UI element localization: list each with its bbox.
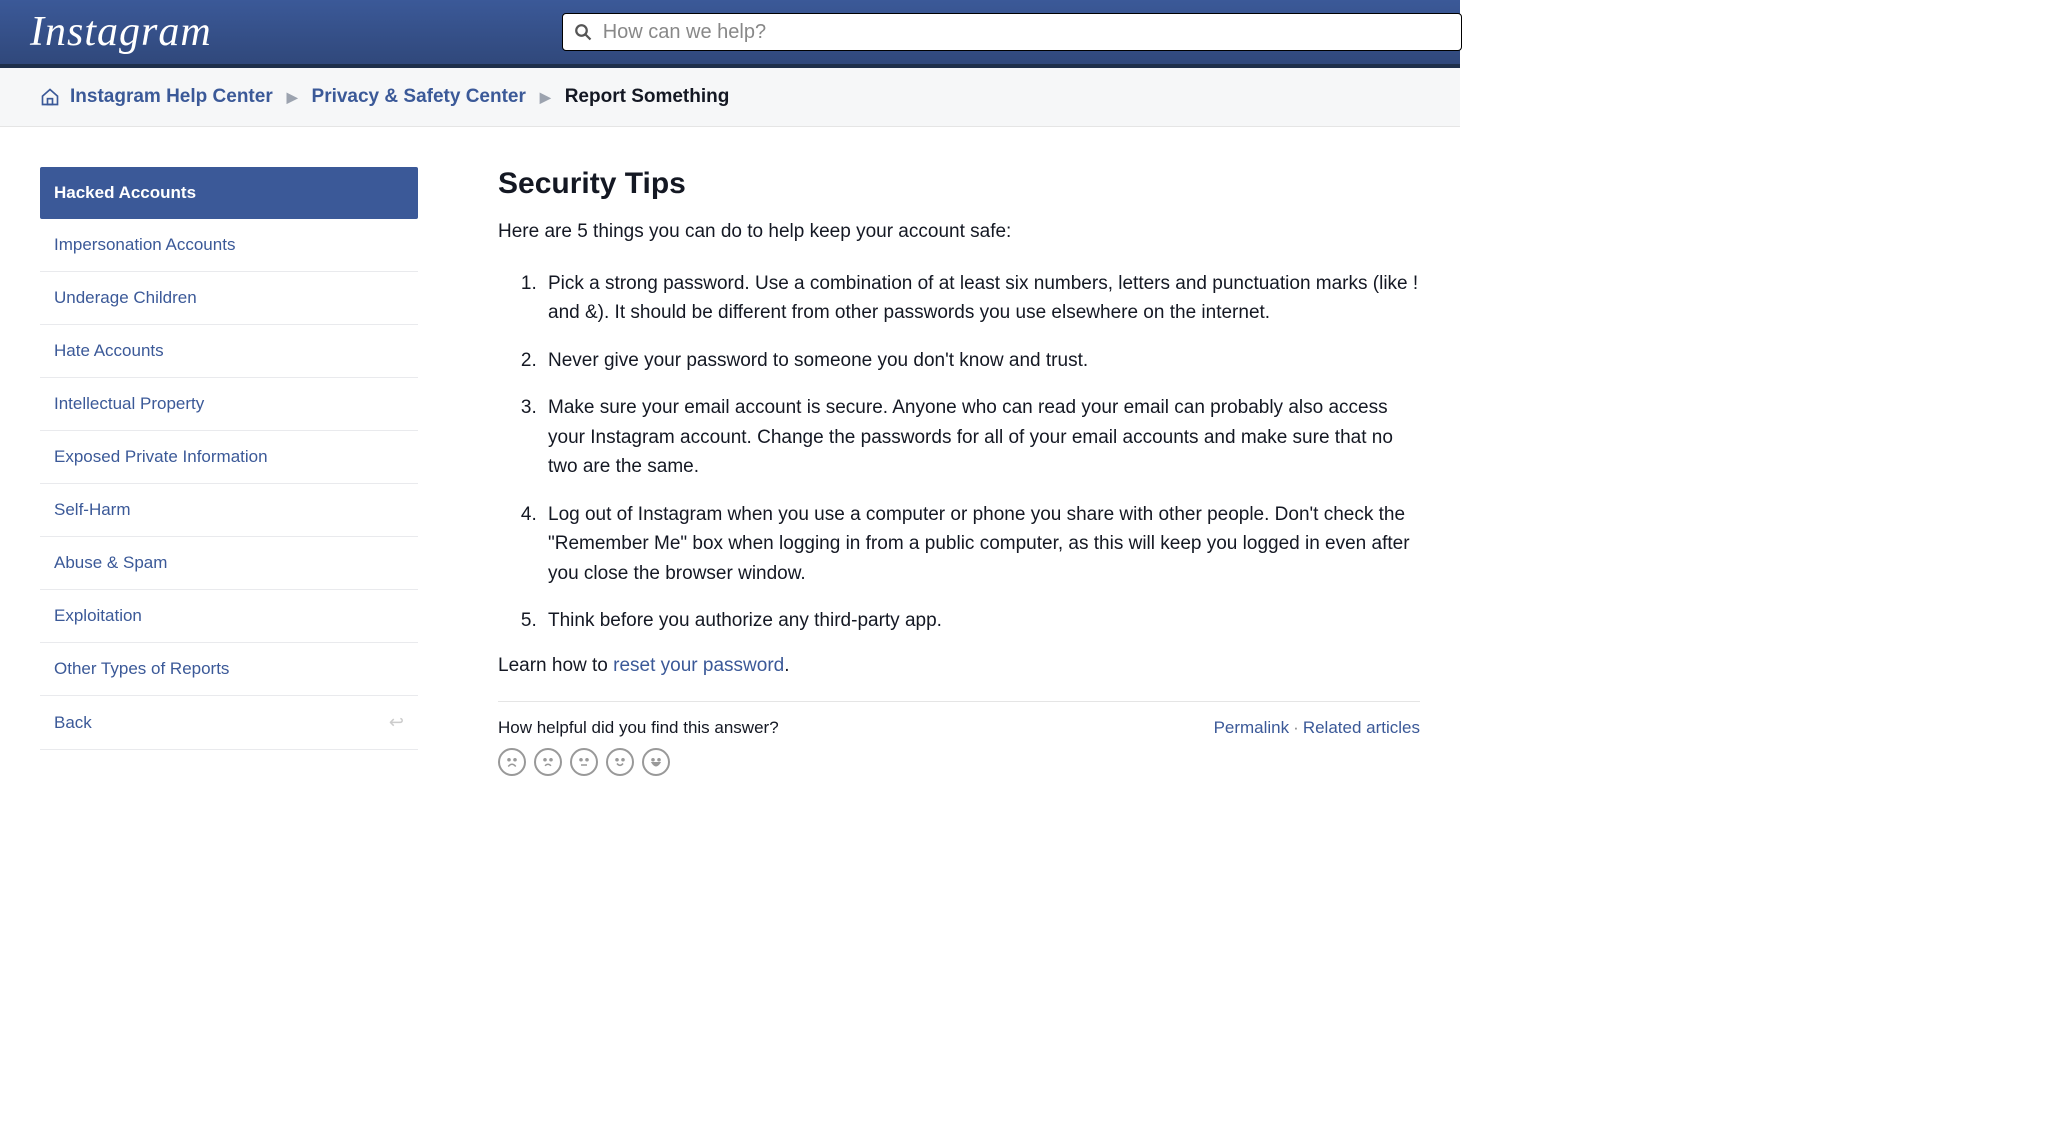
search-wrap [562,13,1462,51]
breadcrumb-current: Report Something [565,86,730,108]
sidebar-item-label: Self-Harm [54,500,131,520]
breadcrumb-link-home[interactable]: Instagram Help Center [70,86,273,108]
breadcrumb: Instagram Help Center ▶ Privacy & Safety… [0,68,1460,127]
sidebar-item-label: Hacked Accounts [54,183,196,203]
sidebar-item-hacked-accounts[interactable]: Hacked Accounts [40,167,418,219]
chevron-right-icon: ▶ [540,89,551,106]
learn-prefix: Learn how to [498,655,613,676]
face-very-happy-icon[interactable] [642,748,670,776]
tips-list: Pick a strong password. Use a combinatio… [498,269,1420,635]
reset-password-link[interactable]: reset your password [613,655,784,676]
face-sad-icon[interactable] [534,748,562,776]
face-very-sad-icon[interactable] [498,748,526,776]
sidebar: Hacked Accounts Impersonation Accounts U… [40,167,418,776]
permalink-link[interactable]: Permalink [1214,718,1290,737]
rating-faces [498,748,779,776]
face-neutral-icon[interactable] [570,748,598,776]
article-footer: How helpful did you find this answer? Pe… [498,718,1420,776]
content-wrap: Hacked Accounts Impersonation Accounts U… [0,127,1460,816]
learn-suffix: . [784,655,789,676]
sidebar-item-exposed-info[interactable]: Exposed Private Information [40,431,418,484]
sidebar-list: Hacked Accounts Impersonation Accounts U… [40,167,418,750]
sidebar-item-label: Abuse & Spam [54,553,167,573]
page-title: Security Tips [498,167,1420,201]
breadcrumb-link-privacy[interactable]: Privacy & Safety Center [312,86,526,108]
sidebar-item-label: Impersonation Accounts [54,235,235,255]
search-box [562,13,1462,51]
feedback-block: How helpful did you find this answer? [498,718,779,776]
related-articles-link[interactable]: Related articles [1303,718,1420,737]
sidebar-item-label: Back [54,713,92,733]
divider [498,701,1420,702]
sidebar-item-self-harm[interactable]: Self-Harm [40,484,418,537]
footer-links: Permalink·Related articles [1214,718,1420,738]
back-arrow-icon: ↩ [389,712,404,733]
brand-logo[interactable]: Instagram [30,8,212,56]
dot-separator: · [1293,718,1299,737]
top-bar: Instagram [0,0,1460,68]
sidebar-item-label: Exploitation [54,606,142,626]
learn-line: Learn how to reset your password. [498,655,1420,677]
sidebar-item-label: Other Types of Reports [54,659,229,679]
tip-item: Log out of Instagram when you use a comp… [542,500,1420,588]
tip-item: Make sure your email account is secure. … [542,393,1420,481]
tip-item: Think before you authorize any third-par… [542,606,1420,635]
sidebar-item-hate-accounts[interactable]: Hate Accounts [40,325,418,378]
sidebar-item-label: Exposed Private Information [54,447,268,467]
sidebar-item-label: Intellectual Property [54,394,204,414]
sidebar-item-impersonation[interactable]: Impersonation Accounts [40,219,418,272]
sidebar-item-other-reports[interactable]: Other Types of Reports [40,643,418,696]
face-happy-icon[interactable] [606,748,634,776]
feedback-prompt: How helpful did you find this answer? [498,718,779,738]
sidebar-item-intellectual-property[interactable]: Intellectual Property [40,378,418,431]
sidebar-item-underage[interactable]: Underage Children [40,272,418,325]
search-icon [574,23,592,41]
home-icon[interactable] [40,87,60,107]
search-input[interactable] [562,13,1462,51]
main-content: Security Tips Here are 5 things you can … [498,167,1420,776]
tip-item: Never give your password to someone you … [542,346,1420,375]
tip-item: Pick a strong password. Use a combinatio… [542,269,1420,328]
sidebar-item-back[interactable]: Back ↩ [40,696,418,750]
sidebar-item-label: Hate Accounts [54,341,164,361]
chevron-right-icon: ▶ [287,89,298,106]
sidebar-item-abuse-spam[interactable]: Abuse & Spam [40,537,418,590]
sidebar-item-label: Underage Children [54,288,197,308]
sidebar-item-exploitation[interactable]: Exploitation [40,590,418,643]
intro-text: Here are 5 things you can do to help kee… [498,221,1420,243]
